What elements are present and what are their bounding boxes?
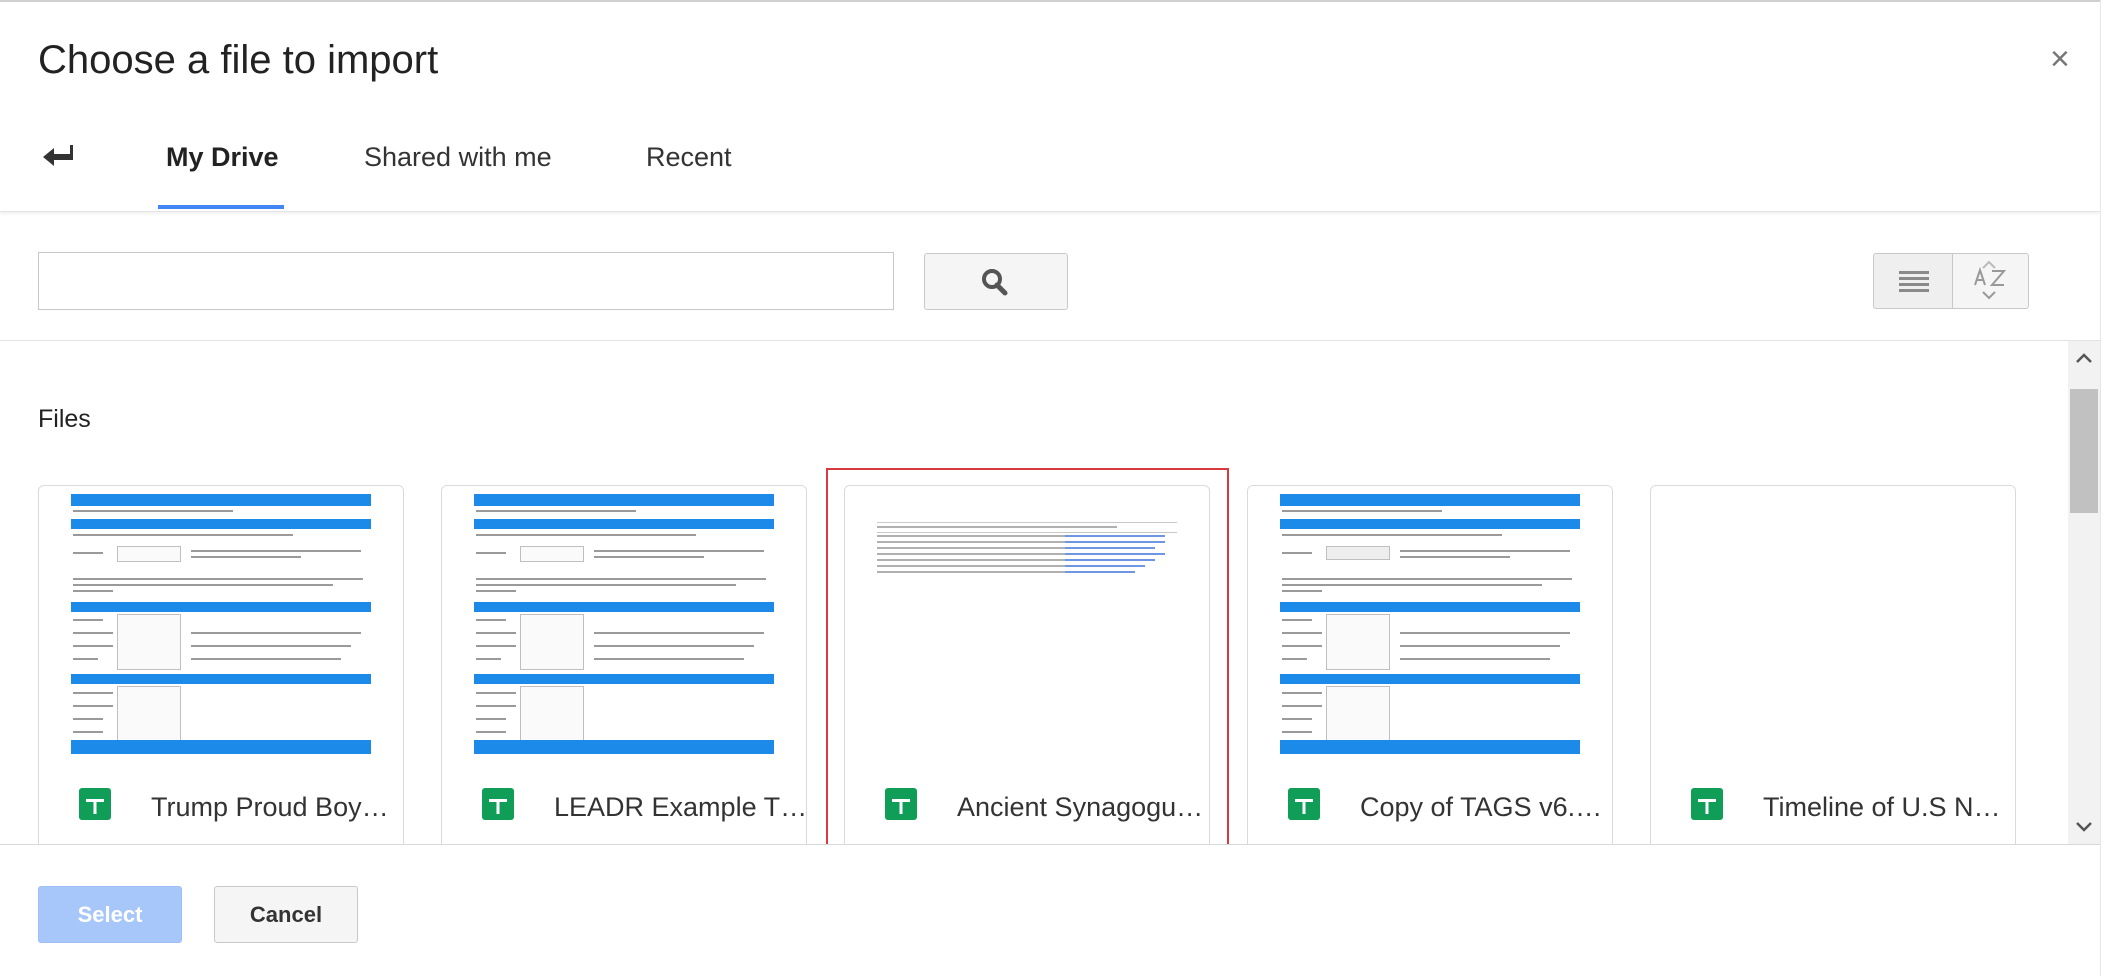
import-file-dialog: Choose a file to import × My Drive Share… xyxy=(0,0,2109,978)
scroll-up-arrow-icon[interactable] xyxy=(2070,347,2098,371)
file-card[interactable]: Timeline of U.S N… xyxy=(1650,485,2016,844)
file-thumbnail xyxy=(1248,486,1612,758)
scroll-down-arrow-icon[interactable] xyxy=(2070,814,2098,838)
file-name: Copy of TAGS v6.… xyxy=(1360,792,1603,822)
google-sheets-icon xyxy=(79,788,111,820)
dialog-header: Choose a file to import × My Drive Share… xyxy=(0,2,2100,212)
tab-recent[interactable]: Recent xyxy=(646,142,732,173)
active-tab-indicator xyxy=(158,205,284,209)
cancel-button[interactable]: Cancel xyxy=(214,886,358,943)
select-button[interactable]: Select xyxy=(38,886,182,943)
file-thumbnail xyxy=(442,486,806,758)
search-input[interactable] xyxy=(38,252,894,310)
file-name: Trump Proud Boy… xyxy=(151,792,389,822)
file-grid-area: Files Trump Proud Boy… LEADR Example T… … xyxy=(0,341,2068,844)
search-button[interactable] xyxy=(924,253,1068,310)
file-thumbnail xyxy=(39,486,403,758)
file-card-selected[interactable]: Ancient Synagogu… xyxy=(844,485,1210,844)
search-icon xyxy=(982,269,1008,296)
sort-button[interactable] xyxy=(1953,253,2029,309)
dialog-title: Choose a file to import xyxy=(38,38,439,82)
file-name: Timeline of U.S N… xyxy=(1763,792,2001,822)
google-sheets-icon xyxy=(482,788,514,820)
sort-az-icon xyxy=(1974,260,2007,300)
files-section-label: Files xyxy=(38,405,91,433)
scrollbar-thumb[interactable] xyxy=(2070,389,2098,513)
back-arrow-icon[interactable] xyxy=(40,142,76,172)
window-edge xyxy=(2100,0,2109,976)
tab-shared-with-me[interactable]: Shared with me xyxy=(364,142,552,173)
tab-my-drive[interactable]: My Drive xyxy=(166,142,279,173)
google-sheets-icon xyxy=(885,788,917,820)
file-card[interactable]: Trump Proud Boy… xyxy=(38,485,404,844)
file-card[interactable]: Copy of TAGS v6.… xyxy=(1247,485,1613,844)
dialog-footer: Select Cancel xyxy=(0,844,2100,978)
list-view-icon xyxy=(1899,271,1929,292)
file-thumbnail xyxy=(845,486,1209,758)
file-thumbnail xyxy=(1651,486,2015,758)
google-sheets-icon xyxy=(1288,788,1320,820)
close-icon[interactable]: × xyxy=(2050,42,2070,76)
list-view-button[interactable] xyxy=(1873,253,1953,309)
google-sheets-icon xyxy=(1691,788,1723,820)
file-name: Ancient Synagogu… xyxy=(957,792,1204,822)
file-card[interactable]: LEADR Example T… xyxy=(441,485,807,844)
file-name: LEADR Example T… xyxy=(554,792,807,822)
